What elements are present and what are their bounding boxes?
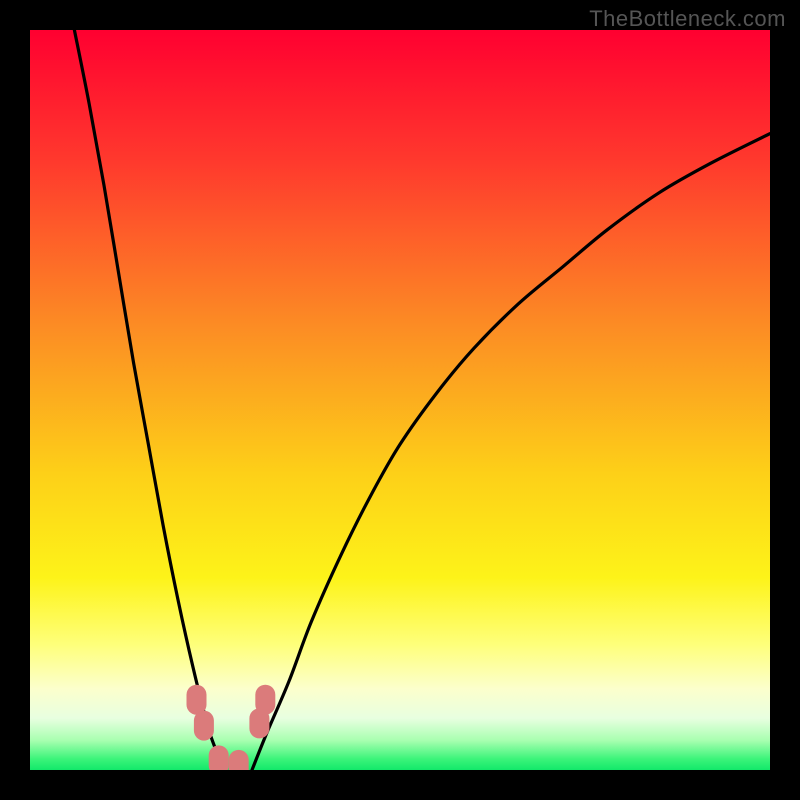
marker-left-high — [187, 685, 207, 715]
bottleneck-chart — [0, 0, 800, 800]
watermark-text: TheBottleneck.com — [589, 6, 786, 32]
chart-frame: TheBottleneck.com — [0, 0, 800, 800]
marker-left-low — [194, 711, 214, 741]
marker-right-high — [255, 685, 275, 715]
marker-bottom-b — [229, 750, 249, 780]
marker-bottom-a — [209, 745, 229, 775]
